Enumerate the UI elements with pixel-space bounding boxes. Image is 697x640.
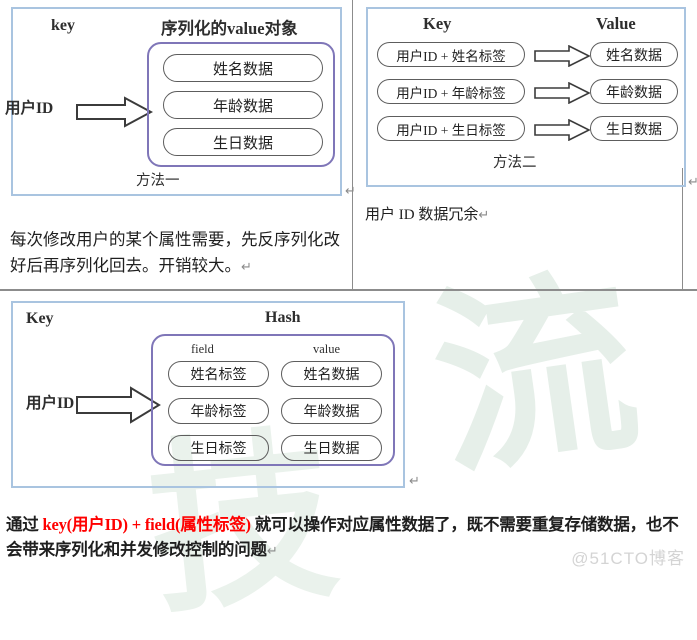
hash-value-pill-1: 年龄数据 bbox=[281, 398, 382, 424]
right-block-arrow-icon bbox=[75, 96, 153, 128]
hash-header: Hash bbox=[265, 309, 301, 326]
method-one-note: 每次修改用户的某个属性需要，先反序列化改好后再序列化回去。开销较大。↵ bbox=[10, 227, 346, 280]
diagram-panel-hash: Key Hash 用户ID field value 姓名标签 姓名数据 年龄标签… bbox=[11, 301, 405, 488]
pilcrow-mark-panel-hash: ↵ bbox=[409, 473, 420, 488]
hash-value-header: value bbox=[313, 342, 341, 356]
right-block-arrow-icon bbox=[534, 82, 590, 104]
method-two-value-header: Value bbox=[596, 14, 636, 33]
hash-value-pill-2: 生日数据 bbox=[281, 435, 382, 461]
hash-field-header: field bbox=[191, 342, 214, 356]
hash-field-pill-0: 姓名标签 bbox=[168, 361, 269, 387]
diagram-panel-method-two: Key Value 用户ID + 姓名标签 姓名数据 用户ID + 年龄标签 年… bbox=[366, 7, 686, 187]
method-two-key-header: Key bbox=[423, 14, 452, 33]
method-two-key-pill-1: 用户ID + 年龄标签 bbox=[377, 79, 525, 104]
method-two-value-pill-2: 生日数据 bbox=[590, 116, 678, 141]
method-two-caption: 方法二 bbox=[493, 155, 537, 171]
method-two-key-pill-0: 用户ID + 姓名标签 bbox=[377, 42, 525, 67]
horizontal-divider bbox=[0, 289, 697, 291]
hash-container: field value 姓名标签 姓名数据 年龄标签 年龄数据 生日标签 生日数… bbox=[151, 334, 395, 466]
pilcrow-mark-note-one: ↵ bbox=[241, 259, 252, 274]
conclusion-highlight: key(用户ID) + field(属性标签) bbox=[42, 515, 251, 534]
vertical-divider bbox=[352, 0, 353, 290]
hash-field-pill-1: 年龄标签 bbox=[168, 398, 269, 424]
method-one-value-header: 序列化的value对象 bbox=[161, 19, 298, 38]
hash-user-id-label: 用户ID bbox=[26, 395, 75, 412]
right-block-arrow-icon bbox=[534, 45, 590, 67]
conclusion-paragraph: 通过 key(用户ID) + field(属性标签) 就可以操作对应属性数据了，… bbox=[6, 512, 692, 563]
method-one-key-header: key bbox=[51, 17, 75, 34]
method-two-note-text: 用户 ID 数据冗余 bbox=[365, 207, 479, 223]
method-one-note-text: 每次修改用户的某个属性需要，先反序列化改好后再序列化回去。开销较大。 bbox=[10, 230, 340, 275]
diagram-panel-method-one: key 序列化的value对象 用户ID 姓名数据 年龄数据 生日数据 方法一 bbox=[5, 7, 342, 196]
pilcrow-mark-panel-one: ↵ bbox=[345, 183, 356, 198]
pilcrow-mark-conclusion: ↵ bbox=[266, 543, 278, 558]
method-two-value-pill-1: 年龄数据 bbox=[590, 79, 678, 104]
value-pill-0: 姓名数据 bbox=[163, 54, 323, 82]
value-pill-1: 年龄数据 bbox=[163, 91, 323, 119]
pilcrow-mark-panel-two: ↵ bbox=[688, 174, 697, 189]
hash-value-pill-0: 姓名数据 bbox=[281, 361, 382, 387]
method-two-key-pill-2: 用户ID + 生日标签 bbox=[377, 116, 525, 141]
hash-key-header: Key bbox=[26, 310, 54, 327]
right-block-arrow-icon bbox=[75, 386, 161, 424]
method-two-value-pill-0: 姓名数据 bbox=[590, 42, 678, 67]
value-pill-2: 生日数据 bbox=[163, 128, 323, 156]
method-one-user-id-label: 用户ID bbox=[5, 100, 54, 117]
serialized-value-container: 姓名数据 年龄数据 生日数据 bbox=[147, 42, 335, 167]
conclusion-prefix: 通过 bbox=[6, 515, 43, 534]
method-two-note: 用户 ID 数据冗余↵ bbox=[365, 203, 665, 227]
hash-field-pill-2: 生日标签 bbox=[168, 435, 269, 461]
method-one-caption: 方法一 bbox=[136, 173, 180, 189]
document-page: 流 技 @51CTO博客 key 序列化的value对象 用户ID 姓名数据 年… bbox=[0, 0, 697, 640]
watermark-glyph-1: 流 bbox=[419, 244, 651, 505]
pilcrow-mark-note-two: ↵ bbox=[478, 207, 490, 222]
right-block-arrow-icon bbox=[534, 119, 590, 141]
